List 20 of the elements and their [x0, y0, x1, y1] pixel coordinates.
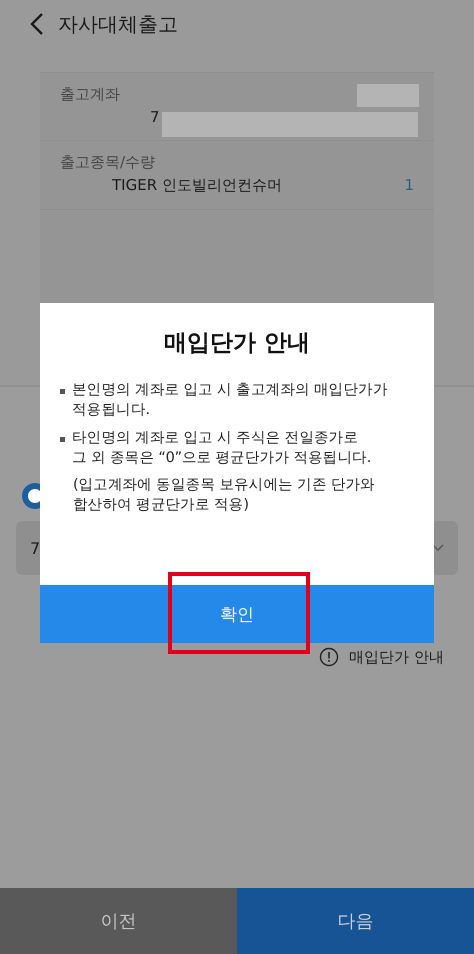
- bullet-icon: [60, 437, 65, 442]
- field-label: 출고종목/수량: [60, 153, 156, 172]
- notice-note: (입고계좌에 동일종목 보유시에는 기존 단가와 합산하여 평균단가로 적용): [73, 476, 376, 515]
- field-label: 출고계좌: [60, 85, 120, 104]
- quantity-value: 1: [404, 176, 414, 195]
- field-value: 7: [150, 108, 160, 126]
- page-title: 자사대체출고: [58, 10, 178, 38]
- field-value: TIGER 인도빌리언컨슈머: [112, 176, 282, 195]
- info-icon: [319, 647, 340, 667]
- notice-text: 타인명의 계좌로 입고 시 주식은 전일종가로 그 외 종목은 “0”으로 평균단가가 적용됩니다.: [72, 429, 372, 468]
- back-icon[interactable]: [30, 12, 44, 36]
- confirm-button[interactable]: 확인: [40, 585, 434, 643]
- bullet-icon: [60, 389, 65, 394]
- notice-text: 본인명의 계좌로 입고 시 출고계좌의 매입단가가 적용됩니다.: [72, 381, 388, 420]
- info-link[interactable]: 매입단가 안내: [349, 648, 444, 666]
- dialog-title: 매입단가 안내: [162, 329, 311, 358]
- previous-button[interactable]: 이전: [0, 888, 237, 954]
- redaction-block: [357, 84, 419, 107]
- chevron-down-icon: [432, 544, 444, 552]
- next-button[interactable]: 다음: [237, 888, 474, 954]
